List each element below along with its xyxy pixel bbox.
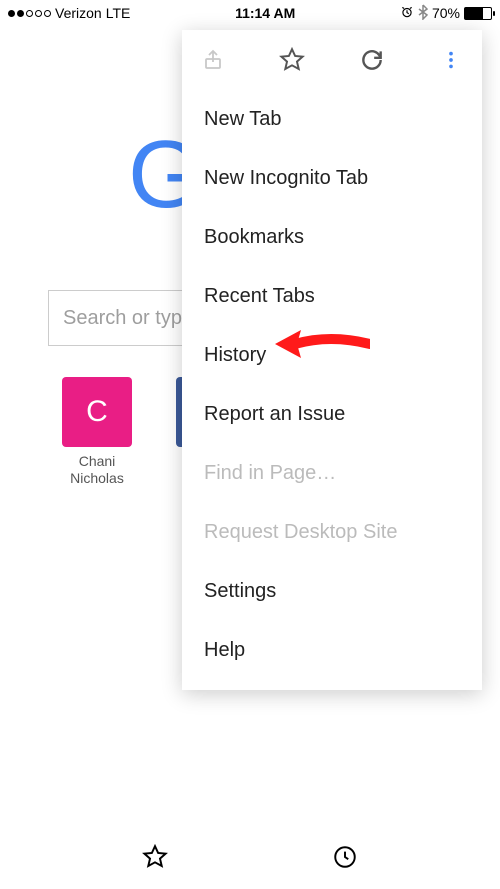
reload-icon[interactable] <box>359 47 385 73</box>
menu-item-find-in-page: Find in Page… <box>182 444 482 503</box>
more-icon[interactable] <box>438 47 464 73</box>
menu-item-recent-tabs[interactable]: Recent Tabs <box>182 267 482 326</box>
signal-dots <box>8 10 51 17</box>
bottom-toolbar <box>0 829 500 889</box>
search-placeholder: Search or type <box>63 307 193 330</box>
star-icon[interactable] <box>279 47 305 73</box>
network-label: LTE <box>106 5 131 21</box>
status-left: Verizon LTE <box>8 5 130 21</box>
menu-item-help[interactable]: Help <box>182 621 482 680</box>
tile-chani-nicholas[interactable]: C Chani Nicholas <box>60 377 134 487</box>
menu-item-request-desktop-site: Request Desktop Site <box>182 503 482 562</box>
annotation-arrow <box>275 324 370 369</box>
menu-item-new-incognito-tab[interactable]: New Incognito Tab <box>182 149 482 208</box>
clock: 11:14 AM <box>235 5 295 21</box>
menu-icon-row <box>182 30 482 90</box>
share-icon[interactable] <box>200 47 226 73</box>
battery-icon <box>464 7 492 20</box>
bluetooth-icon <box>418 4 428 23</box>
history-icon[interactable] <box>332 844 358 875</box>
tile-label: Chani Nicholas <box>60 453 134 487</box>
alarm-icon <box>400 5 414 22</box>
menu-item-new-tab[interactable]: New Tab <box>182 90 482 149</box>
battery-pct: 70% <box>432 5 460 21</box>
status-right: 70% <box>400 4 492 23</box>
carrier-label: Verizon <box>55 5 102 21</box>
menu-item-settings[interactable]: Settings <box>182 562 482 621</box>
menu-item-report-issue[interactable]: Report an Issue <box>182 385 482 444</box>
star-icon[interactable] <box>142 844 168 875</box>
status-bar: Verizon LTE 11:14 AM 70% <box>0 0 500 26</box>
menu-item-bookmarks[interactable]: Bookmarks <box>182 208 482 267</box>
tile-letter: C <box>62 377 132 447</box>
